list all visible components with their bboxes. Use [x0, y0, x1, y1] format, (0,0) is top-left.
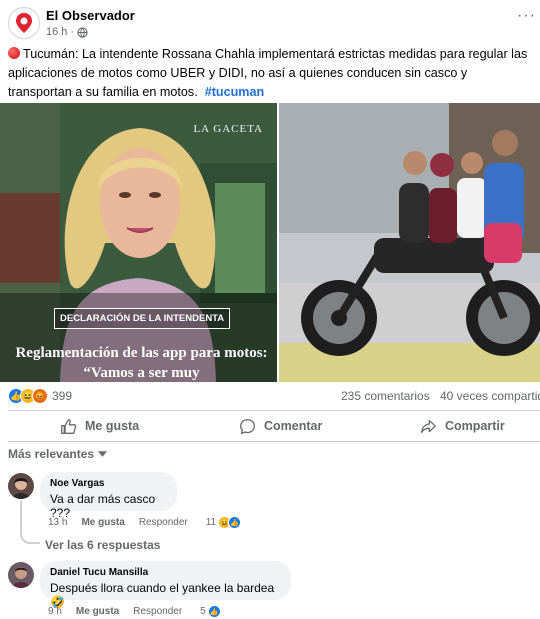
shares-count-link[interactable]: 40 veces compartido	[440, 389, 540, 403]
divider	[8, 410, 540, 411]
comment-time[interactable]: 9 h	[48, 606, 62, 617]
post-body: Tucumán: La intendente Rossana Chahla im…	[8, 47, 528, 99]
comment-reply-button[interactable]: Responder	[133, 606, 182, 617]
location-pin-icon	[16, 13, 32, 33]
page-avatar[interactable]	[8, 7, 40, 39]
comment-meta: 13 h Me gusta Responder 11 😆 👍	[48, 516, 242, 529]
post-meta: 16 h ·	[46, 26, 88, 38]
like-reaction-icon: 👍	[228, 516, 242, 529]
thumbs-up-icon	[61, 418, 77, 434]
comment-like-button[interactable]: Me gusta	[81, 517, 124, 528]
comment-time[interactable]: 13 h	[48, 517, 67, 528]
motorcycle-photo[interactable]	[279, 103, 540, 382]
article-image[interactable]: LA GACETA DECLARACIÓN DE LA INTENDENTA R…	[0, 103, 277, 382]
like-button[interactable]: Me gusta	[60, 414, 139, 438]
comment-sort-dropdown[interactable]: Más relevantes	[8, 447, 108, 461]
post-media: LA GACETA DECLARACIÓN DE LA INTENDENTA R…	[0, 103, 540, 382]
reaction-count: 399	[52, 389, 73, 403]
post-actions: Me gusta Comentar Compartir	[8, 414, 540, 438]
sort-label: Más relevantes	[8, 447, 95, 461]
comment-author-link[interactable]: Daniel Tucu Mansilla	[50, 567, 281, 578]
comment-reply-button[interactable]: Responder	[139, 517, 188, 528]
comment-reaction-count: 5	[200, 606, 206, 617]
profile-photo	[8, 562, 34, 588]
share-label: Compartir	[445, 419, 505, 433]
comment-bubble: Noe Vargas Va a dar más casco ???	[40, 472, 177, 520]
share-button[interactable]: Compartir	[420, 414, 505, 438]
post-header: El Observador 16 h · ···	[8, 6, 540, 40]
comments-count-link[interactable]: 235 comentarios	[341, 389, 430, 403]
more-options-icon[interactable]: ···	[517, 8, 536, 24]
post-stats: 👍 😆 😡 399 235 comentarios 40 veces compa…	[8, 388, 540, 406]
comment-body: Después llora cuando el yankee la bardea	[50, 581, 275, 595]
woman-portrait-photo	[0, 103, 277, 382]
like-label: Me gusta	[85, 419, 140, 433]
red-circle-icon	[8, 47, 20, 59]
caret-down-icon	[98, 451, 108, 457]
comment-reactions[interactable]: 11 😆 👍	[205, 516, 242, 529]
profile-photo	[8, 473, 34, 499]
watermark-logo: LA GACETA	[193, 123, 263, 135]
page-name-link[interactable]: El Observador	[46, 8, 135, 23]
comment-reactions[interactable]: 5 👍	[200, 605, 221, 618]
share-arrow-icon	[421, 419, 436, 433]
view-replies-link[interactable]: Ver las 6 respuestas	[45, 538, 160, 552]
comment-like-button[interactable]: Me gusta	[76, 606, 119, 617]
like-reaction-icon: 👍	[207, 605, 221, 618]
divider	[8, 441, 540, 442]
commenter-avatar[interactable]	[8, 473, 34, 499]
meta-separator: ·	[70, 26, 75, 38]
comment-author-link[interactable]: Noe Vargas	[50, 478, 167, 489]
comment-label: Comentar	[264, 419, 323, 433]
comment-bubble: Daniel Tucu Mansilla Después llora cuand…	[40, 561, 291, 609]
family-on-motorcycle-image	[279, 103, 540, 382]
article-badge: DECLARACIÓN DE LA INTENDENTA	[54, 308, 231, 329]
angry-reaction-icon: 😡	[32, 388, 48, 404]
globe-icon	[77, 26, 88, 38]
post-time[interactable]: 16 h	[46, 26, 67, 38]
comment-reaction-count: 11	[205, 517, 217, 528]
article-headline: Reglamentación de las app para motos: “V…	[15, 345, 268, 381]
comment-button[interactable]: Comentar	[239, 414, 322, 438]
comment-icon	[240, 418, 255, 434]
comment-meta: 9 h Me gusta Responder 5 👍	[48, 605, 221, 618]
reactions-summary[interactable]: 👍 😆 😡 399	[8, 388, 72, 404]
commenter-avatar[interactable]	[8, 562, 34, 588]
post-text: Tucumán: La intendente Rossana Chahla im…	[8, 45, 533, 102]
hashtag-link[interactable]: #tucuman	[205, 85, 264, 99]
reply-thread-line	[20, 501, 40, 544]
